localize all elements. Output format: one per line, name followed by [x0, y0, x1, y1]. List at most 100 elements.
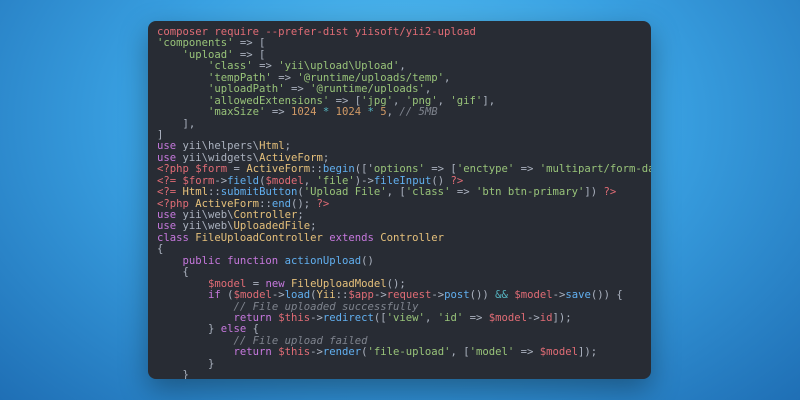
code-token: else — [220, 323, 247, 336]
code-token: '@runtime/uploads' — [310, 83, 425, 96]
code-token: // 5MB — [399, 106, 438, 119]
code-token: )-> — [354, 174, 374, 187]
code-token: 'uploadPath' — [208, 83, 285, 96]
code-token: 'jpg' — [361, 94, 393, 107]
code-token: $app — [348, 289, 374, 302]
code-token: ; — [310, 220, 317, 233]
code-token: // File upload failed — [233, 334, 368, 347]
code-token: -> — [310, 311, 323, 324]
code-token: ActiveForm — [246, 163, 311, 176]
code-token: load — [284, 289, 311, 302]
code-token: , — [437, 94, 451, 107]
code-token: ]) — [584, 186, 604, 199]
code-token: request — [386, 289, 432, 302]
code-token: new — [265, 277, 291, 290]
code-window: composer require --prefer-dist yiisoft/y… — [148, 21, 651, 379]
code-token: -> — [271, 289, 285, 302]
code-token: ()) — [469, 289, 496, 302]
code-token: render — [322, 346, 362, 359]
code-token: ?> — [603, 186, 617, 199]
code-line: return $this->render('file-upload', ['mo… — [157, 347, 651, 358]
code-token: 'upload' — [182, 48, 234, 61]
code-token: id — [539, 311, 553, 324]
code-token: 1024 — [290, 106, 317, 119]
code-token: 'model' — [469, 346, 515, 359]
code-token: -> — [431, 289, 445, 302]
code-token: => — [284, 83, 311, 96]
code-token: => — [514, 346, 540, 359]
code-token: :: — [259, 197, 272, 210]
code-token: -> — [527, 311, 540, 324]
code-token: use — [157, 220, 183, 233]
code-line: ], — [157, 117, 651, 130]
code-token: => — [265, 106, 291, 119]
code-token: ; — [297, 209, 304, 221]
code-token: actionUpload — [284, 254, 362, 267]
code-token: save — [565, 289, 591, 302]
code-token: use — [157, 151, 183, 164]
code-token: ?> — [450, 174, 464, 187]
code-token: ], — [482, 94, 496, 107]
code-token: ?> — [316, 197, 330, 210]
code-token: 'class' — [208, 60, 253, 73]
code-token: redirect — [322, 311, 374, 324]
code-token: 'maxSize' — [208, 106, 266, 119]
code-line: } — [157, 358, 651, 370]
code-token: 'multipart/form-data' — [539, 163, 651, 176]
code-token: } — [157, 369, 189, 379]
code-token: ], — [157, 117, 196, 130]
code-token: $form — [195, 163, 228, 176]
code-token: Yii — [316, 289, 336, 302]
code-token: ()) { — [590, 289, 623, 302]
code-line: public function actionUpload() — [157, 254, 651, 267]
code-token: && — [495, 289, 508, 302]
code-token: FileUploadModel — [290, 277, 387, 290]
code-token: Controller — [380, 231, 445, 244]
code-token: , — [393, 94, 406, 107]
code-token: ActiveForm — [195, 197, 260, 210]
code-token: :: — [208, 186, 221, 199]
code-token: Html — [259, 140, 285, 153]
code-token: => [ — [233, 37, 266, 50]
code-token: <?= — [157, 174, 183, 187]
code-token: use — [157, 140, 183, 153]
code-line: class FileUploadController extends Contr… — [157, 231, 651, 244]
code-token: $this — [278, 346, 311, 359]
code-token: $form — [182, 174, 215, 187]
code-token: ]); — [552, 311, 572, 324]
code-token: 'enctype' — [456, 163, 515, 176]
code-token: $model — [208, 277, 247, 290]
code-token: ( — [220, 289, 234, 302]
code-token: public function — [182, 254, 285, 267]
code-token: { — [157, 243, 164, 256]
code-token: 'png' — [405, 94, 438, 107]
code-token: ActiveForm — [259, 151, 323, 164]
code-token: 'view' — [386, 311, 425, 324]
code-token: UploadedFile — [233, 220, 311, 233]
code-token: return — [233, 311, 279, 324]
code-token: 1024 — [335, 106, 362, 119]
code-token: fileInput — [373, 174, 432, 187]
code-token: -> — [214, 174, 228, 187]
code-token: () — [431, 174, 451, 187]
code-token: -> — [552, 289, 566, 302]
code-token: '@runtime/uploads/temp' — [297, 71, 445, 84]
code-token: $model — [539, 346, 579, 359]
code-token: $model — [488, 311, 528, 324]
code-token: 'file' — [316, 174, 355, 187]
code-token: $model — [514, 289, 553, 302]
code-token: yii\helpers\ — [182, 140, 260, 153]
code-token: 'tempPath' — [208, 71, 272, 84]
code-token: Html — [182, 186, 209, 199]
code-token: <?= — [157, 186, 183, 199]
code-token: * — [361, 106, 381, 119]
code-token: begin — [322, 163, 355, 176]
code-token: ]); — [578, 346, 598, 359]
code-token: * — [316, 106, 336, 119]
code-token: 'id' — [437, 311, 464, 324]
